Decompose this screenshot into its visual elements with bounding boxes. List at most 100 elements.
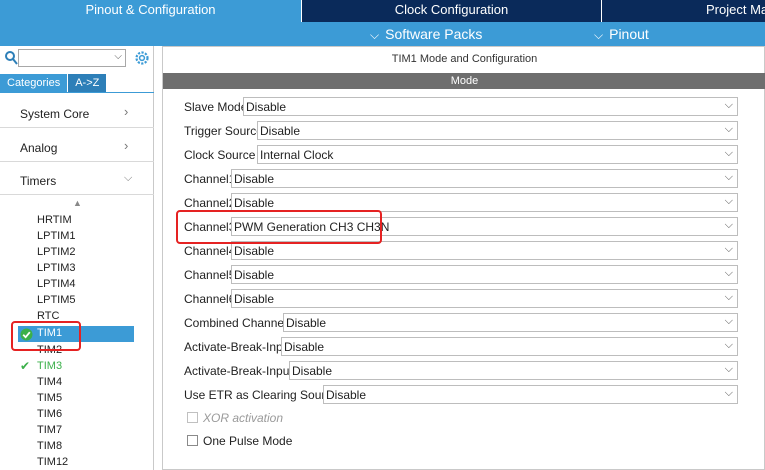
select-value: Disable <box>234 172 275 186</box>
tab-clock-configuration[interactable]: Clock Configuration <box>302 0 602 22</box>
field-label: Trigger Source <box>184 124 263 138</box>
channel6-select[interactable]: Disable ⌵ <box>231 289 738 308</box>
section-label: System Core <box>20 107 90 121</box>
select-value: Disable <box>234 244 275 258</box>
activate-break-input-2-select[interactable]: Disable ⌵ <box>289 361 738 380</box>
list-item-lptim5[interactable]: LPTIM5 <box>0 293 154 309</box>
field-channel4: Channel4 Disable ⌵ <box>163 241 765 261</box>
chevron-down-icon: ⌵ <box>724 267 733 279</box>
field-label: Channel5 <box>184 268 236 282</box>
field-label: Clock Source <box>184 148 256 162</box>
use-etr-clearing-source-select[interactable]: Disable ⌵ <box>323 385 738 404</box>
field-label: Activate-Break-Input <box>184 340 293 354</box>
list-item-lptim3[interactable]: LPTIM3 <box>0 261 154 277</box>
list-item-label: LPTIM2 <box>37 246 76 258</box>
software-packs-menu[interactable]: ⌵ Software Packs <box>370 22 482 46</box>
list-item-lptim2[interactable]: LPTIM2 <box>0 245 154 261</box>
combined-channels-select[interactable]: Disable ⌵ <box>283 313 738 332</box>
select-value: Disable <box>260 124 301 138</box>
activate-break-input-select[interactable]: Disable ⌵ <box>281 337 738 356</box>
clock-source-select[interactable]: Internal Clock ⌵ <box>257 145 738 164</box>
chevron-down-icon: ⌵ <box>370 28 380 42</box>
chevron-down-icon: ⌵ <box>724 219 733 231</box>
top-tab-bar: Pinout & Configuration Clock Configurati… <box>0 0 765 22</box>
chevron-down-icon: ⌵ <box>724 243 733 255</box>
list-item-tim6[interactable]: TIM6 <box>0 407 154 423</box>
chevron-down-icon: ⌵ <box>724 195 733 207</box>
chevron-down-icon: ⌵ <box>724 387 733 399</box>
mode-header: Mode <box>163 73 765 89</box>
field-slave-mode: Slave Mode Disable ⌵ <box>163 97 765 117</box>
checkbox-label: XOR activation <box>203 411 284 425</box>
chevron-down-icon: ⌵ <box>724 147 733 159</box>
select-value: Disable <box>234 292 275 306</box>
tab-a-to-z[interactable]: A->Z <box>67 74 107 92</box>
list-item-label: LPTIM3 <box>37 262 76 274</box>
xor-activation-checkbox <box>187 412 198 423</box>
field-label: Use ETR as Clearing Source <box>184 388 339 402</box>
section-system-core[interactable]: System Core › <box>0 98 154 128</box>
chevron-down-icon: ⌵ <box>724 291 733 303</box>
one-pulse-mode-checkbox[interactable] <box>187 435 198 446</box>
field-channel6: Channel6 Disable ⌵ <box>163 289 765 309</box>
list-item-tim4[interactable]: TIM4 <box>0 375 154 391</box>
gear-icon[interactable] <box>134 50 150 66</box>
trigger-source-select[interactable]: Disable ⌵ <box>257 121 738 140</box>
list-item-tim3[interactable]: ✔ TIM3 <box>0 359 154 375</box>
list-item-label: LPTIM1 <box>37 230 76 242</box>
chevron-down-icon: ⌵ <box>594 28 604 42</box>
mode-config-panel: TIM1 Mode and Configuration Mode Slave M… <box>162 46 765 470</box>
channel5-select[interactable]: Disable ⌵ <box>231 265 738 284</box>
list-item-label: TIM6 <box>37 408 63 420</box>
checkbox-label: One Pulse Mode <box>203 434 293 448</box>
field-trigger-source: Trigger Source Disable ⌵ <box>163 121 765 141</box>
field-activate-break-input-2: Activate-Break-Input-2 Disable ⌵ <box>163 361 765 381</box>
section-analog[interactable]: Analog › <box>0 132 154 162</box>
divider <box>0 92 154 93</box>
list-item-lptim4[interactable]: LPTIM4 <box>0 277 154 293</box>
chevron-right-icon: › <box>124 138 129 153</box>
list-item-tim7[interactable]: TIM7 <box>0 423 154 439</box>
select-value: Disable <box>234 196 275 210</box>
search-input[interactable]: ⌵ <box>18 49 126 67</box>
tab-categories[interactable]: Categories <box>0 74 68 92</box>
annotation-highlight-channel3 <box>176 210 382 244</box>
list-item-label: LPTIM4 <box>37 278 76 290</box>
list-item-tim8[interactable]: TIM8 <box>0 439 154 455</box>
chevron-down-icon: ⌵ <box>724 315 733 327</box>
field-label: Channel2 <box>184 196 236 210</box>
list-item-tim5[interactable]: TIM5 <box>0 391 154 407</box>
chevron-down-icon[interactable]: ⌵ <box>114 51 122 62</box>
list-item-label: TIM5 <box>37 392 63 404</box>
chevron-down-icon: ⌵ <box>724 171 733 183</box>
sort-icon[interactable]: ▲ <box>73 198 82 208</box>
annotation-highlight-tim1 <box>11 321 81 351</box>
chevron-down-icon: ⌵ <box>724 339 733 351</box>
list-item-label: LPTIM5 <box>37 294 76 306</box>
select-value: Disable <box>286 316 327 330</box>
list-item-tim12[interactable]: TIM12 <box>0 455 154 470</box>
search-icon <box>5 51 18 65</box>
section-label: Timers <box>20 174 57 188</box>
slave-mode-select[interactable]: Disable ⌵ <box>243 97 738 116</box>
tab-project-manager[interactable]: Project Ma <box>602 0 765 22</box>
field-channel1: Channel1 Disable ⌵ <box>163 169 765 189</box>
select-value: Internal Clock <box>260 148 334 162</box>
chevron-down-icon: ⌵ <box>124 172 133 184</box>
tab-pinout-configuration[interactable]: Pinout & Configuration <box>0 0 302 22</box>
channel1-select[interactable]: Disable ⌵ <box>231 169 738 188</box>
sub-toolbar: ⌵ Software Packs ⌵ Pinout <box>0 22 765 46</box>
check-icon: ✔ <box>20 359 31 373</box>
list-item-lptim1[interactable]: LPTIM1 <box>0 229 154 245</box>
list-item-hrtim[interactable]: HRTIM <box>0 213 154 229</box>
list-item-label: TIM12 <box>37 456 69 468</box>
pinout-menu[interactable]: ⌵ Pinout <box>594 22 649 46</box>
chevron-down-icon: ⌵ <box>724 123 733 135</box>
chevron-right-icon: › <box>124 104 129 119</box>
pinout-label: Pinout <box>609 26 649 42</box>
field-combined-channels: Combined Channels Disable ⌵ <box>163 313 765 333</box>
list-item-label: HRTIM <box>37 214 72 226</box>
field-label: Channel1 <box>184 172 236 186</box>
section-timers[interactable]: Timers ⌵ <box>0 165 154 195</box>
search-row: ⌵ <box>0 48 154 70</box>
